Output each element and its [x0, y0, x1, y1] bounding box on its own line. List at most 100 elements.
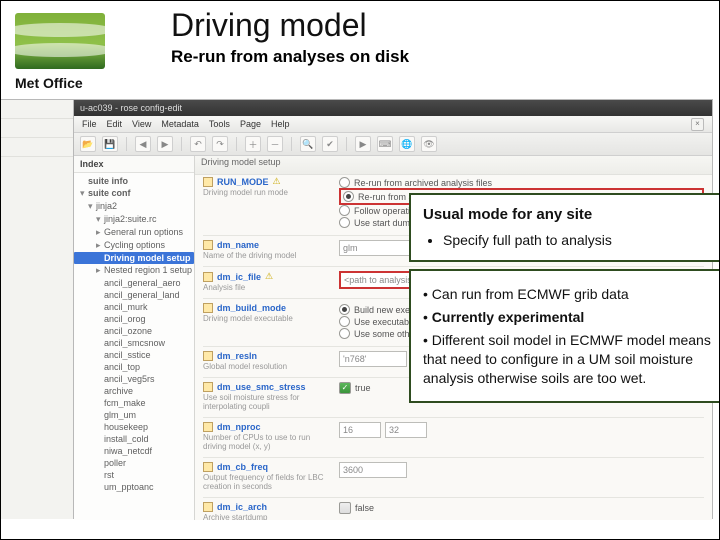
callout-usual-mode: Usual mode for any site Specify full pat…	[409, 193, 720, 262]
close-icon[interactable]: ×	[691, 118, 704, 131]
logo-label: Met Office	[15, 75, 125, 91]
menu-page[interactable]: Page	[240, 119, 261, 129]
field-key: dm_name	[217, 240, 259, 250]
toolbar-open-icon[interactable]: 📂	[80, 136, 96, 152]
radio-icon	[343, 191, 354, 202]
tree-item[interactable]: glm_um	[74, 409, 194, 421]
logo-swatch	[15, 13, 105, 69]
check-icon: ✓	[339, 382, 351, 394]
menu-metadata[interactable]: Metadata	[161, 119, 199, 129]
tree-item[interactable]: archive	[74, 385, 194, 397]
field-icon	[203, 502, 213, 512]
field-key: dm_ic_file	[217, 272, 261, 282]
tree-item[interactable]: ancil_top	[74, 361, 194, 373]
toolbar-terminal-icon[interactable]: ⌨	[377, 136, 393, 152]
toolbar-separator	[291, 137, 292, 151]
tree-item[interactable]: ▸General run options	[74, 226, 194, 239]
tree-item[interactable]: Driving model setup	[74, 252, 194, 264]
slide-subtitle: Re-run from analyses on disk	[171, 47, 409, 67]
field-sub: Analysis file	[203, 283, 331, 292]
smc-checkbox[interactable]: ✓ true	[339, 382, 371, 394]
menu-tools[interactable]: Tools	[209, 119, 230, 129]
field-key: dm_use_smc_stress	[217, 382, 306, 392]
radio-icon	[339, 205, 350, 216]
field-sub: Archive startdump	[203, 513, 331, 520]
menu-file[interactable]: File	[82, 119, 97, 129]
met-office-logo: Met Office	[15, 13, 125, 91]
ic-arch-checkbox[interactable]: false	[339, 502, 374, 514]
field-key: dm_cb_freq	[217, 462, 268, 472]
tree-item[interactable]: ▾jinja2	[74, 200, 194, 213]
radio-option[interactable]: Re-run from archived analysis files	[339, 177, 704, 188]
tree-item[interactable]: ▸Nested region 1 setup	[74, 264, 194, 277]
info-icon[interactable]: ⚠	[273, 176, 281, 187]
radio-icon	[339, 316, 350, 327]
nav-tree[interactable]: suite info▾suite conf▾jinja2▾jinja2:suit…	[74, 173, 194, 520]
tree-item[interactable]: suite info	[74, 175, 194, 187]
check-icon	[339, 502, 351, 514]
warn-icon[interactable]: ⚠	[265, 271, 273, 282]
tree-item[interactable]: poller	[74, 457, 194, 469]
tree-item[interactable]: ancil_general_land	[74, 289, 194, 301]
field-sub: Number of CPUs to use to run driving mod…	[203, 433, 331, 451]
field-sub: Output frequency of fields for LBC creat…	[203, 473, 331, 491]
toolbar-save-icon[interactable]: 💾	[102, 136, 118, 152]
field-key: dm_resln	[217, 351, 257, 361]
tree-item[interactable]: um_pptoanc	[74, 481, 194, 493]
tree-item[interactable]: housekeep	[74, 421, 194, 433]
toolbar-find-icon[interactable]: 🔍	[300, 136, 316, 152]
toolbar-remove-icon[interactable]: －	[267, 136, 283, 152]
sidebar-header: Index	[74, 156, 194, 173]
tree-item[interactable]: rst	[74, 469, 194, 481]
tree-item[interactable]: ancil_smcsnow	[74, 337, 194, 349]
field-icon	[203, 382, 213, 392]
tree-item[interactable]: fcm_make	[74, 397, 194, 409]
tree-item[interactable]: ancil_orog	[74, 313, 194, 325]
menu-edit[interactable]: Edit	[107, 119, 123, 129]
tree-item[interactable]: ancil_sstice	[74, 349, 194, 361]
toolbar-separator	[346, 137, 347, 151]
nproc-y-input[interactable]: 32	[385, 422, 427, 438]
callout-line: • Different soil model in ECMWF model me…	[423, 331, 719, 388]
field-key: dm_ic_arch	[217, 502, 267, 512]
window-title: u-ac039 - rose config-edit	[80, 103, 182, 113]
checkbox-label: false	[355, 503, 374, 513]
radio-icon	[339, 217, 350, 228]
cb-freq-input[interactable]: 3600	[339, 462, 407, 478]
callout-bullet: Specify full path to analysis	[443, 231, 711, 250]
field-sub: Use soil moisture stress for interpolati…	[203, 393, 331, 411]
dm-resln-input[interactable]: 'n768'	[339, 351, 407, 367]
checkbox-label: true	[355, 383, 371, 393]
toolbar-add-icon[interactable]: ＋	[245, 136, 261, 152]
toolbar-run-icon[interactable]: ▶	[355, 136, 371, 152]
toolbar-undo-icon[interactable]: ↶	[190, 136, 206, 152]
tree-item[interactable]: ancil_veg5rs	[74, 373, 194, 385]
toolbar-nav-fwd-icon[interactable]: ▶	[157, 136, 173, 152]
tree-item[interactable]: ancil_general_aero	[74, 277, 194, 289]
tree-item[interactable]: ancil_murk	[74, 301, 194, 313]
field-dm-cb-freq: dm_cb_freqOutput frequency of fields for…	[203, 462, 704, 491]
toolbar-validate-icon[interactable]: ✔	[322, 136, 338, 152]
field-icon	[203, 240, 213, 250]
field-icon	[203, 303, 213, 313]
window-titlebar: u-ac039 - rose config-edit	[74, 100, 712, 116]
menu-view[interactable]: View	[132, 119, 151, 129]
toolbar-view-icon[interactable]: 👁	[421, 136, 437, 152]
toolbar-browser-icon[interactable]: 🌐	[399, 136, 415, 152]
tree-item[interactable]: ▾jinja2:suite.rc	[74, 213, 194, 226]
toolbar-redo-icon[interactable]: ↷	[212, 136, 228, 152]
field-icon	[203, 177, 213, 187]
menu-help[interactable]: Help	[271, 119, 290, 129]
tree-item[interactable]: niwa_netcdf	[74, 445, 194, 457]
callout-ecmwf: • Can run from ECMWF grib data • Current…	[409, 269, 720, 403]
toolbar: 📂 💾 ◀ ▶ ↶ ↷ ＋ － 🔍 ✔ ▶ ⌨ 🌐 👁	[74, 133, 712, 156]
tree-item[interactable]: ▾suite conf	[74, 187, 194, 200]
tree-item[interactable]: ancil_ozone	[74, 325, 194, 337]
toolbar-nav-back-icon[interactable]: ◀	[135, 136, 151, 152]
cropped-edge-strip	[1, 99, 73, 519]
nproc-x-input[interactable]: 16	[339, 422, 381, 438]
tree-item[interactable]: install_cold	[74, 433, 194, 445]
tree-item[interactable]: ▸Cycling options	[74, 239, 194, 252]
field-icon	[203, 462, 213, 472]
field-icon	[203, 272, 213, 282]
